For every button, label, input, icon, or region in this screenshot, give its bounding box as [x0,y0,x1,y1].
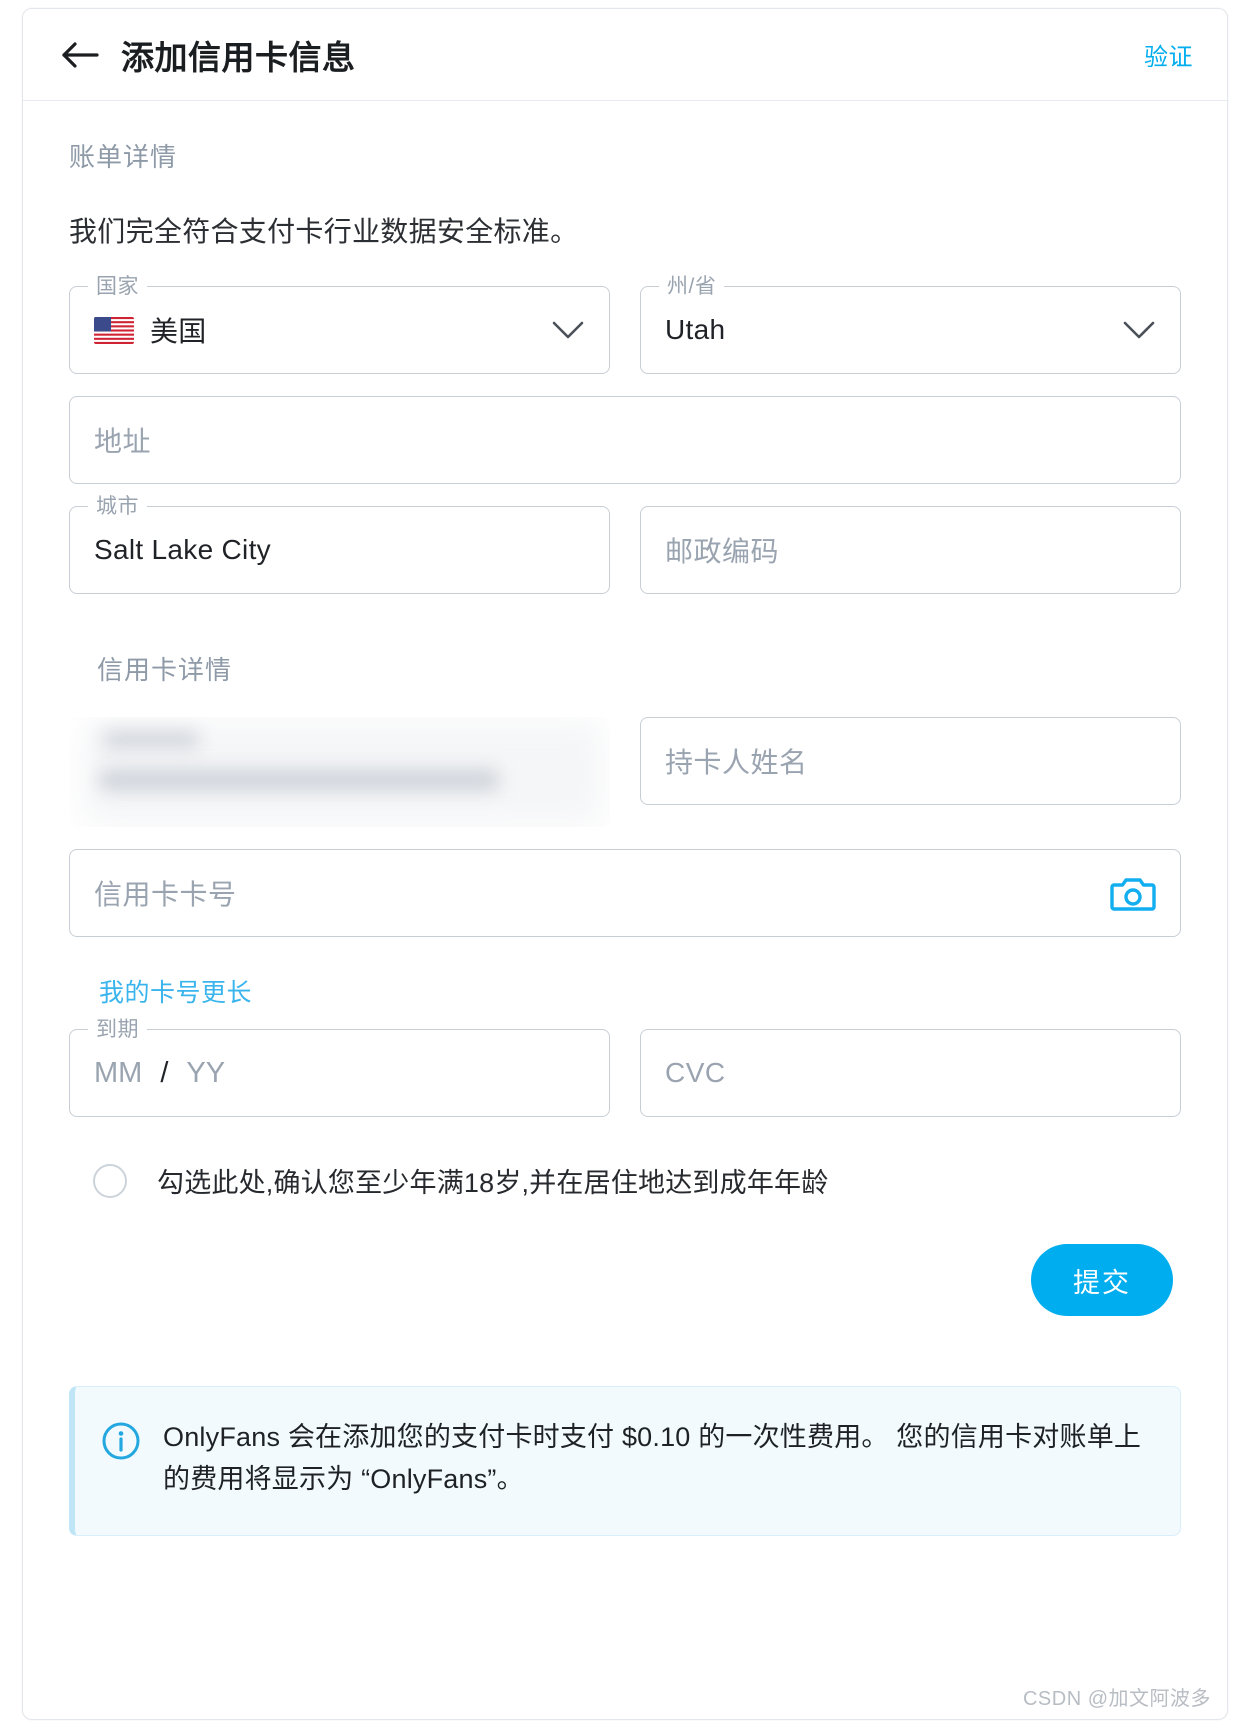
longer-card-number-link[interactable]: 我的卡号更长 [99,973,252,1009]
submit-row: 提交 [69,1244,1181,1316]
card-number-row: 信用卡卡号 [69,849,1181,937]
fee-info-banner: OnlyFans 会在添加您的支付卡时支付 $0.10 的一次性费用。 您的信用… [69,1386,1181,1536]
blurred-content [69,717,610,827]
form-content: 账单详情 我们完全符合支付卡行业数据安全标准。 国家 美国 州/省 Utah 地… [23,101,1227,1536]
cardholder-name-placeholder: 持卡人姓名 [665,747,808,778]
city-postal-row: 城市 Salt Lake City 邮政编码 [69,494,1181,594]
state-value: Utah [665,314,726,345]
app-header: 添加信用卡信息 验证 [23,9,1227,101]
redacted-email-field[interactable] [69,717,610,827]
expiry-label: 到期 [88,1017,147,1043]
card-section-title: 信用卡详情 [97,655,233,685]
camera-icon[interactable] [1110,873,1156,913]
age-consent-label: 勾选此处,确认您至少年满18岁,并在居住地达到成年年龄 [157,1168,829,1198]
info-circle-icon [101,1421,141,1466]
submit-button[interactable]: 提交 [1031,1244,1173,1316]
postal-code-placeholder: 邮政编码 [665,536,780,567]
expiry-cvc-row: 到期 MM / YY CVC [69,1017,1181,1117]
postal-code-field[interactable]: 邮政编码 [640,506,1181,594]
cvc-field[interactable]: CVC [640,1029,1181,1117]
address-field[interactable]: 地址 [69,396,1181,484]
us-flag-icon [94,316,134,344]
cvc-placeholder: CVC [665,1057,726,1088]
state-label: 州/省 [659,274,725,300]
age-consent-checkbox[interactable] [93,1163,127,1198]
arrow-left-icon [59,39,101,71]
credit-card-form-window: 添加信用卡信息 验证 账单详情 我们完全符合支付卡行业数据安全标准。 国家 美国… [22,8,1228,1720]
country-field[interactable]: 国家 美国 [69,274,610,374]
chevron-down-icon[interactable] [551,319,585,341]
watermark: CSDN @加文阿波多 [1022,1688,1211,1710]
pci-compliance-text: 我们完全符合支付卡行业数据安全标准。 [69,216,579,247]
country-label: 国家 [88,274,147,300]
expiry-month-placeholder: MM [94,1056,143,1089]
card-number-placeholder: 信用卡卡号 [94,879,237,910]
expiry-field[interactable]: 到期 MM / YY [69,1017,610,1117]
cardholder-name-field[interactable]: 持卡人姓名 [640,717,1181,827]
card-number-field[interactable]: 信用卡卡号 [69,849,1181,937]
city-label: 城市 [88,494,147,520]
expiry-year-placeholder: YY [186,1056,226,1089]
billing-section-title: 账单详情 [69,142,178,172]
address-row: 地址 [69,396,1181,484]
country-state-row: 国家 美国 州/省 Utah [69,274,1181,374]
expiry-separator: / [160,1056,169,1089]
address-placeholder: 地址 [94,426,152,457]
chevron-down-icon[interactable] [1122,319,1156,341]
age-consent-row[interactable]: 勾选此处,确认您至少年满18岁,并在居住地达到成年年龄 [93,1161,1181,1200]
email-holder-row: 持卡人姓名 [69,717,1181,827]
verify-link[interactable]: 验证 [1144,37,1193,72]
page-title: 添加信用卡信息 [121,38,356,76]
state-field[interactable]: 州/省 Utah [640,274,1181,374]
fee-info-text: OnlyFans 会在添加您的支付卡时支付 $0.10 的一次性费用。 您的信用… [163,1422,1142,1494]
country-value: 美国 [150,316,207,347]
city-field[interactable]: 城市 Salt Lake City [69,494,610,594]
city-value: Salt Lake City [94,534,271,565]
back-button[interactable] [53,28,107,82]
